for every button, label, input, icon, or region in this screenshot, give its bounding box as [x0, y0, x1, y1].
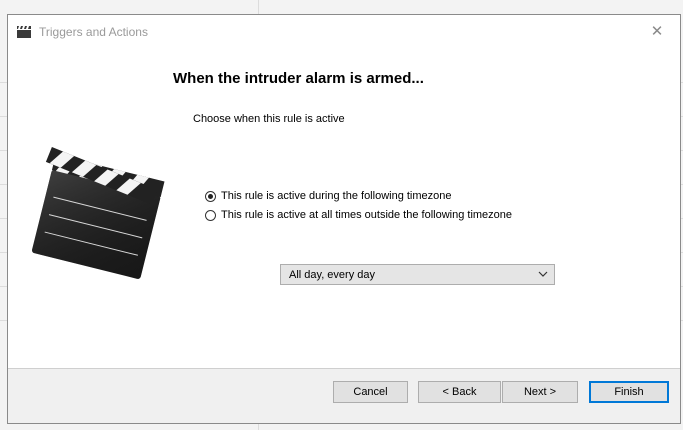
page-heading: When the intruder alarm is armed...: [173, 70, 424, 87]
radio-button-checked[interactable]: [205, 190, 216, 202]
button-bar: Cancel < Back Next > Finish: [8, 368, 680, 423]
timezone-select-value: All day, every day: [289, 269, 376, 281]
clapperboard-icon: [17, 26, 31, 38]
radio-label: This rule is active during the following…: [221, 190, 452, 202]
radio-button-unchecked[interactable]: [205, 209, 216, 221]
finish-button[interactable]: Finish: [589, 381, 669, 403]
close-icon: ✕: [650, 22, 664, 40]
radio-option-during-timezone[interactable]: This rule is active during the following…: [205, 190, 452, 202]
close-button[interactable]: ✕: [634, 15, 680, 47]
clapperboard-icon: [32, 146, 165, 279]
title-bar: Triggers and Actions ✕: [8, 15, 680, 47]
back-button[interactable]: < Back: [418, 381, 501, 403]
radio-option-outside-timezone[interactable]: This rule is active at all times outside…: [205, 209, 512, 221]
cancel-button[interactable]: Cancel: [333, 381, 408, 403]
window-title: Triggers and Actions: [39, 25, 148, 39]
next-button[interactable]: Next >: [502, 381, 578, 403]
triggers-dialog: Triggers and Actions ✕ When the intruder…: [7, 14, 681, 424]
radio-label: This rule is active at all times outside…: [221, 209, 513, 221]
chevron-down-icon: [538, 271, 548, 277]
timezone-select[interactable]: All day, every day: [280, 264, 555, 285]
page-subtext: Choose when this rule is active: [193, 113, 345, 125]
